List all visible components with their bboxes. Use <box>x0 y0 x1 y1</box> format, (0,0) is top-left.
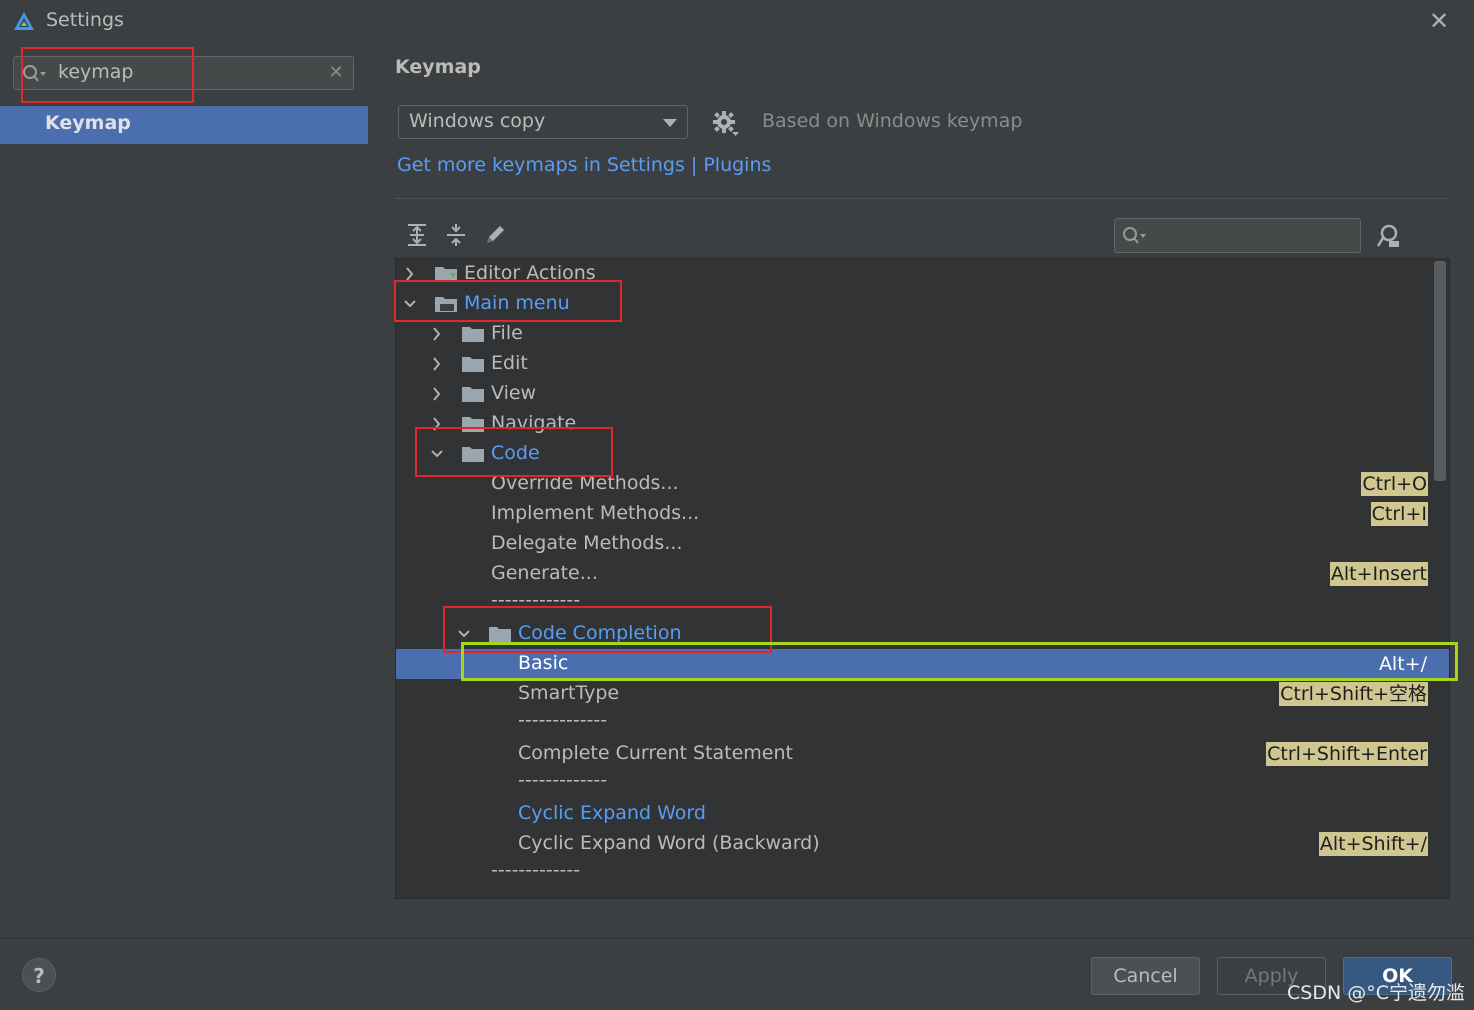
watermark: CSDN @°C宁遗勿滥 <box>1287 982 1465 1004</box>
tree-row-label: Implement Methods... <box>491 502 700 524</box>
tree-row[interactable]: SmartType Ctrl+Shift+空格 <box>396 679 1449 709</box>
chevron-right-icon[interactable] <box>429 322 445 346</box>
window-title: Settings <box>46 9 124 31</box>
find-shortcut-icon[interactable] <box>1375 222 1403 250</box>
annotation-box-main-menu <box>394 280 622 322</box>
separator-label: ------------- <box>518 709 608 731</box>
help-button[interactable]: ? <box>22 958 56 992</box>
tree-separator: ------------- <box>396 769 1449 799</box>
annotation-box-search <box>21 47 194 103</box>
expand-all-icon[interactable] <box>404 222 430 248</box>
settings-sidebar <box>0 42 368 938</box>
android-studio-logo-icon <box>14 12 34 30</box>
separator-label: ------------- <box>518 769 608 791</box>
folder-icon <box>462 387 484 402</box>
tree-row-label: View <box>491 382 537 404</box>
tree-row-label: Generate... <box>491 562 598 584</box>
tree-row-label: Delegate Methods... <box>491 532 683 554</box>
tree-row[interactable]: Cyclic Expand Word (Backward) Alt+Shift+/ <box>396 829 1449 859</box>
keymap-action-tree[interactable]: Editor Actions Main menu File Edit View Navig… <box>395 258 1450 899</box>
tree-row[interactable]: Implement Methods... Ctrl+I <box>396 499 1449 529</box>
annotation-box-code <box>415 427 613 477</box>
shortcut-badge: Ctrl+O <box>1361 472 1428 496</box>
chevron-down-icon[interactable] <box>663 119 677 127</box>
divider <box>395 198 1450 199</box>
shortcut-badge: Alt+Shift+/ <box>1318 832 1428 856</box>
get-more-keymaps-link[interactable]: Get more keymaps in Settings | Plugins <box>397 154 771 176</box>
collapse-all-icon[interactable] <box>443 222 469 248</box>
tree-separator: ------------- <box>396 709 1449 739</box>
edit-icon[interactable] <box>482 222 508 248</box>
close-icon[interactable]: ✕ <box>1426 8 1452 34</box>
tree-row[interactable]: Complete Current Statement Ctrl+Shift+Ent… <box>396 739 1449 769</box>
shortcut-badge: Ctrl+Shift+空格 <box>1279 682 1428 706</box>
gear-icon[interactable] <box>712 110 740 138</box>
keymap-select-value[interactable]: Windows copy <box>409 110 545 132</box>
sidebar-item-label[interactable]: Keymap <box>45 112 131 134</box>
tree-row[interactable]: File <box>396 319 1449 349</box>
page-title: Keymap <box>395 56 481 78</box>
chevron-right-icon[interactable] <box>429 352 445 376</box>
separator-label: ------------- <box>491 859 581 881</box>
tree-row-label: SmartType <box>518 682 620 704</box>
annotation-box-basic <box>461 642 1458 681</box>
tree-row-label: Cyclic Expand Word <box>518 802 706 824</box>
tree-row-label: Edit <box>491 352 528 374</box>
folder-icon <box>462 357 484 372</box>
cancel-button[interactable]: Cancel <box>1091 957 1200 995</box>
tree-row[interactable]: View <box>396 379 1449 409</box>
tree-row[interactable]: Edit <box>396 349 1449 379</box>
search-icon <box>1123 227 1146 244</box>
tree-row[interactable]: Cyclic Expand Word <box>396 799 1449 829</box>
based-on-text: Based on Windows keymap <box>762 110 1023 132</box>
tree-scrollbar[interactable] <box>1434 261 1446 481</box>
shortcut-badge: Ctrl+Shift+Enter <box>1266 742 1428 766</box>
tree-row-label: File <box>491 322 523 344</box>
clear-search-icon[interactable]: ✕ <box>326 62 346 84</box>
tree-row-label: Complete Current Statement <box>518 742 793 764</box>
tree-row[interactable]: Delegate Methods... <box>396 529 1449 559</box>
divider <box>0 938 1474 939</box>
title-bar <box>0 0 1474 44</box>
chevron-right-icon[interactable] <box>429 382 445 406</box>
tree-row[interactable]: Generate... Alt+Insert <box>396 559 1449 589</box>
shortcut-badge: Alt+Insert <box>1329 562 1428 586</box>
tree-separator: ------------- <box>396 859 1449 889</box>
shortcut-badge: Ctrl+I <box>1370 502 1428 526</box>
folder-icon <box>462 327 484 342</box>
tree-row-label: Cyclic Expand Word (Backward) <box>518 832 820 854</box>
action-search-input[interactable] <box>1114 218 1361 253</box>
